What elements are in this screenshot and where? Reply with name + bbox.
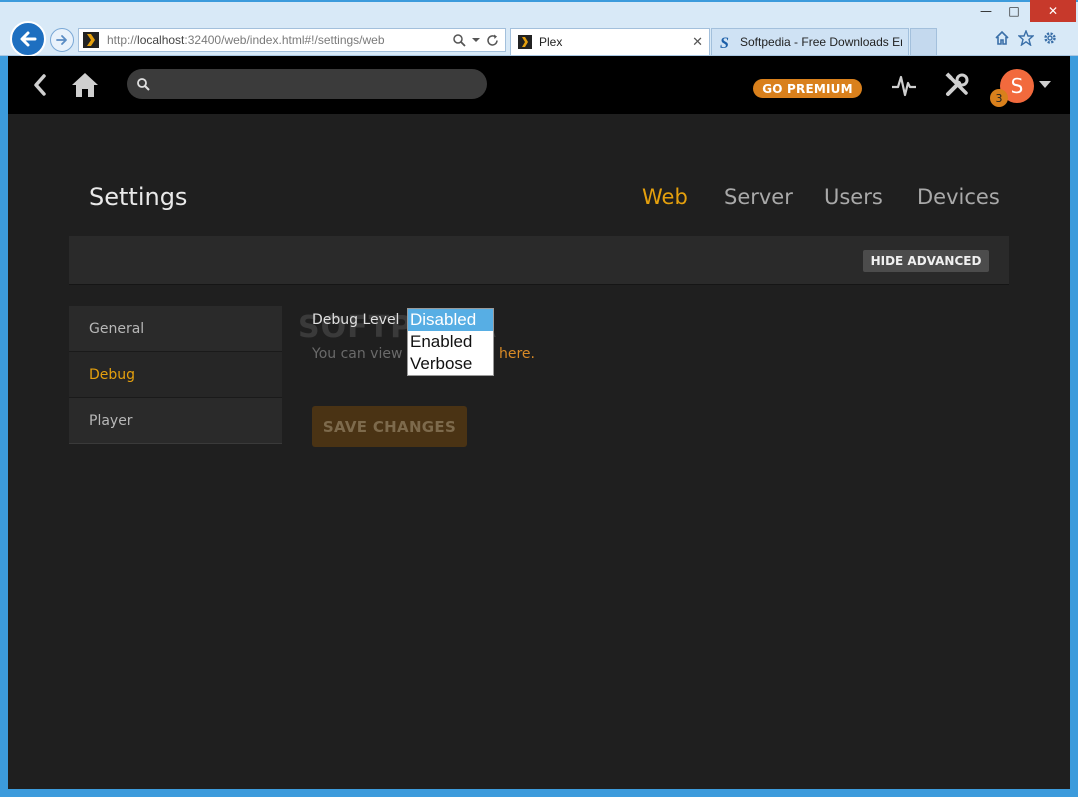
tab-softpedia[interactable]: S Softpedia - Free Downloads En... [711, 28, 909, 55]
home-icon[interactable] [994, 30, 1010, 46]
go-premium-button[interactable]: GO PREMIUM [753, 79, 862, 98]
sidenav-item-general[interactable]: General [69, 306, 282, 352]
plex-app: GO PREMIUM S 3 Settings Web Server Users… [8, 56, 1070, 789]
address-bar[interactable]: http://localhost:32400/web/index.html#!/… [78, 28, 506, 52]
dropdown-option-disabled[interactable]: Disabled [408, 309, 493, 331]
tab-label: Softpedia - Free Downloads En... [740, 35, 902, 49]
search-input[interactable] [158, 76, 478, 92]
sidenav-item-player[interactable]: Player [69, 398, 282, 444]
home-button[interactable] [70, 70, 100, 100]
url-path: :32400/web/index.html#!/settings/web [184, 33, 385, 47]
close-window-button[interactable]: ✕ [1030, 0, 1076, 22]
tab-web[interactable]: Web [642, 185, 688, 209]
star-icon[interactable] [1018, 30, 1034, 46]
window-frame [0, 0, 1078, 2]
top-bar: GO PREMIUM S 3 [8, 56, 1070, 114]
activity-pulse-icon [892, 75, 916, 97]
arrow-right-icon [56, 35, 67, 45]
save-changes-button[interactable]: SAVE CHANGES [312, 406, 467, 447]
settings-sidenav: General Debug Player [69, 306, 282, 444]
address-url[interactable]: http://localhost:32400/web/index.html#!/… [107, 33, 453, 47]
browser-chrome: — □ ✕ http://localhost:32400/web/index.h… [0, 0, 1078, 57]
softpedia-favicon-icon: S [718, 34, 734, 50]
tab-plex[interactable]: Plex ✕ [510, 28, 710, 55]
page-title: Settings [89, 183, 188, 211]
browser-back-button[interactable] [10, 21, 46, 57]
search-box[interactable] [127, 69, 487, 99]
tools-icon [945, 72, 969, 96]
close-icon[interactable]: ✕ [692, 34, 703, 50]
minimize-button[interactable]: — [972, 0, 1000, 22]
browser-toolbar-right [994, 30, 1058, 46]
back-button[interactable] [28, 72, 52, 98]
tab-label: Plex [539, 35, 563, 49]
dropdown-option-enabled[interactable]: Enabled [408, 331, 493, 353]
debug-level-dropdown[interactable]: Disabled Enabled Verbose [407, 308, 494, 376]
home-icon [72, 73, 98, 97]
gear-icon[interactable] [1042, 30, 1058, 46]
settings-tools-button[interactable] [943, 71, 971, 99]
tab-users[interactable]: Users [824, 185, 883, 209]
help-link[interactable]: here. [499, 346, 535, 362]
sidenav-item-debug[interactable]: Debug [69, 352, 282, 398]
plex-favicon-icon [83, 32, 99, 48]
chevron-down-icon[interactable] [1038, 78, 1052, 92]
url-scheme: http:// [107, 33, 138, 47]
advanced-bar: HIDE ADVANCED [69, 236, 1009, 285]
new-tab-button[interactable] [910, 28, 937, 55]
debug-level-label: Debug Level [312, 312, 400, 328]
plex-favicon-icon [517, 34, 533, 50]
search-icon[interactable] [453, 33, 466, 47]
browser-forward-button[interactable] [50, 28, 74, 52]
chevron-left-icon [34, 74, 46, 96]
dropdown-option-verbose[interactable]: Verbose [408, 353, 493, 375]
hide-advanced-button[interactable]: HIDE ADVANCED [863, 250, 989, 272]
notification-badge[interactable]: 3 [990, 89, 1008, 107]
arrow-left-icon [20, 31, 37, 47]
dropdown-arrow-icon[interactable] [472, 36, 480, 44]
help-text: You can view t [312, 346, 413, 362]
activity-button[interactable] [890, 72, 918, 98]
refresh-icon[interactable] [486, 34, 499, 47]
svg-text:S: S [720, 35, 729, 50]
maximize-button[interactable]: □ [1000, 0, 1028, 22]
url-host: localhost [137, 33, 185, 47]
tab-devices[interactable]: Devices [917, 185, 1000, 209]
tab-server[interactable]: Server [724, 185, 793, 209]
address-bar-icons [453, 33, 499, 47]
search-icon [137, 77, 150, 91]
